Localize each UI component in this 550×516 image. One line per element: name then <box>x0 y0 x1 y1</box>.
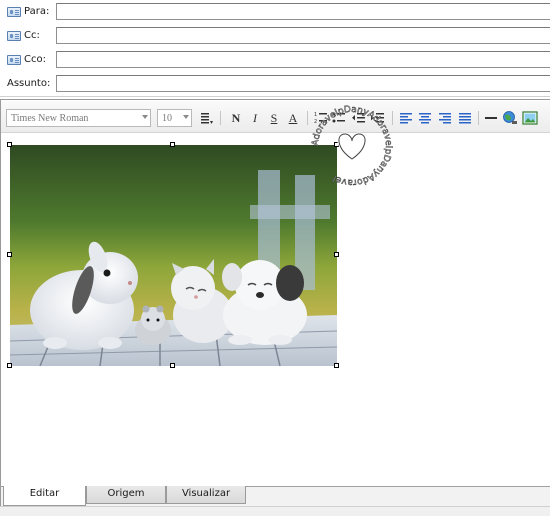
toolbar-separator <box>220 111 221 125</box>
horizontal-rule-icon <box>485 117 497 119</box>
cc-label: Cc: <box>24 30 40 41</box>
strike-button[interactable]: S <box>266 110 282 126</box>
font-size-value: 10 <box>162 113 172 124</box>
align-center-icon <box>419 113 431 124</box>
justify-icon <box>459 113 471 124</box>
resize-handle-left[interactable] <box>7 252 12 257</box>
subject-field[interactable] <box>56 75 550 92</box>
link-globe-icon <box>503 111 517 124</box>
font-family-select[interactable]: Times New Roman <box>6 109 151 127</box>
align-center-button[interactable] <box>417 110 433 126</box>
chevron-down-icon <box>142 115 148 119</box>
format-toolbar: Times New Roman 10 N I S A 1 2 <box>1 101 550 133</box>
insert-image-button[interactable] <box>522 110 538 126</box>
bcc-label: Cco: <box>24 54 46 65</box>
header-divider <box>0 96 550 97</box>
bcc-field[interactable] <box>56 51 550 68</box>
text-color-button[interactable]: A <box>285 110 301 126</box>
heart-watermark-icon: AdoravelpDanyAdoravelpDanyAdoravel <box>311 105 394 188</box>
chevron-down-icon <box>183 115 189 119</box>
bcc-row: Cco: <box>0 49 550 71</box>
bold-button[interactable]: N <box>228 110 244 126</box>
tab-editar[interactable]: Editar <box>3 486 86 506</box>
message-header: Para: Cc: Cco: Assunto: <box>0 0 550 98</box>
svg-text:AdoravelpDanyAdoravelpDanyAdor: AdoravelpDanyAdoravelpDanyAdoravel <box>311 105 393 187</box>
address-book-icon <box>7 31 21 41</box>
cc-row: Cc: <box>0 25 550 47</box>
align-right-button[interactable] <box>437 110 453 126</box>
italic-button[interactable]: I <box>247 110 263 126</box>
font-size-select[interactable]: 10 <box>157 109 192 127</box>
address-book-icon <box>7 7 21 17</box>
to-label-button[interactable]: Para: <box>7 5 49 19</box>
subject-label-text: Assunto: <box>7 78 51 89</box>
editor-mode-tabs: Editar Origem Visualizar <box>1 486 550 507</box>
resize-handle-top-left[interactable] <box>7 142 12 147</box>
to-field[interactable] <box>56 3 550 20</box>
resize-handle-bottom-left[interactable] <box>7 363 12 368</box>
font-family-value: Times New Roman <box>11 113 89 124</box>
tab-origem[interactable]: Origem <box>86 486 166 504</box>
address-book-icon <box>7 55 21 65</box>
tab-visualizar[interactable]: Visualizar <box>166 486 246 504</box>
horizontal-rule-button[interactable] <box>483 110 499 126</box>
to-label: Para: <box>24 6 50 17</box>
resize-handle-top[interactable] <box>170 142 175 147</box>
bcc-label-button[interactable]: Cco: <box>7 53 46 67</box>
paragraph-style-icon <box>201 113 213 124</box>
to-row: Para: <box>0 1 550 23</box>
animals-photo[interactable] <box>10 145 337 366</box>
resize-handle-bottom-right[interactable] <box>334 363 339 368</box>
cc-label-button[interactable]: Cc: <box>7 29 40 43</box>
toolbar-separator <box>478 111 479 125</box>
resize-handle-bottom[interactable] <box>170 363 175 368</box>
cc-field[interactable] <box>56 27 550 44</box>
subject-row: Assunto: <box>0 73 550 95</box>
resize-handle-right[interactable] <box>334 252 339 257</box>
paragraph-style-button[interactable] <box>199 110 215 126</box>
insert-link-button[interactable] <box>502 110 518 126</box>
image-icon <box>522 111 538 125</box>
subject-label: Assunto: <box>7 77 50 91</box>
align-right-icon <box>439 113 451 124</box>
justify-button[interactable] <box>457 110 473 126</box>
